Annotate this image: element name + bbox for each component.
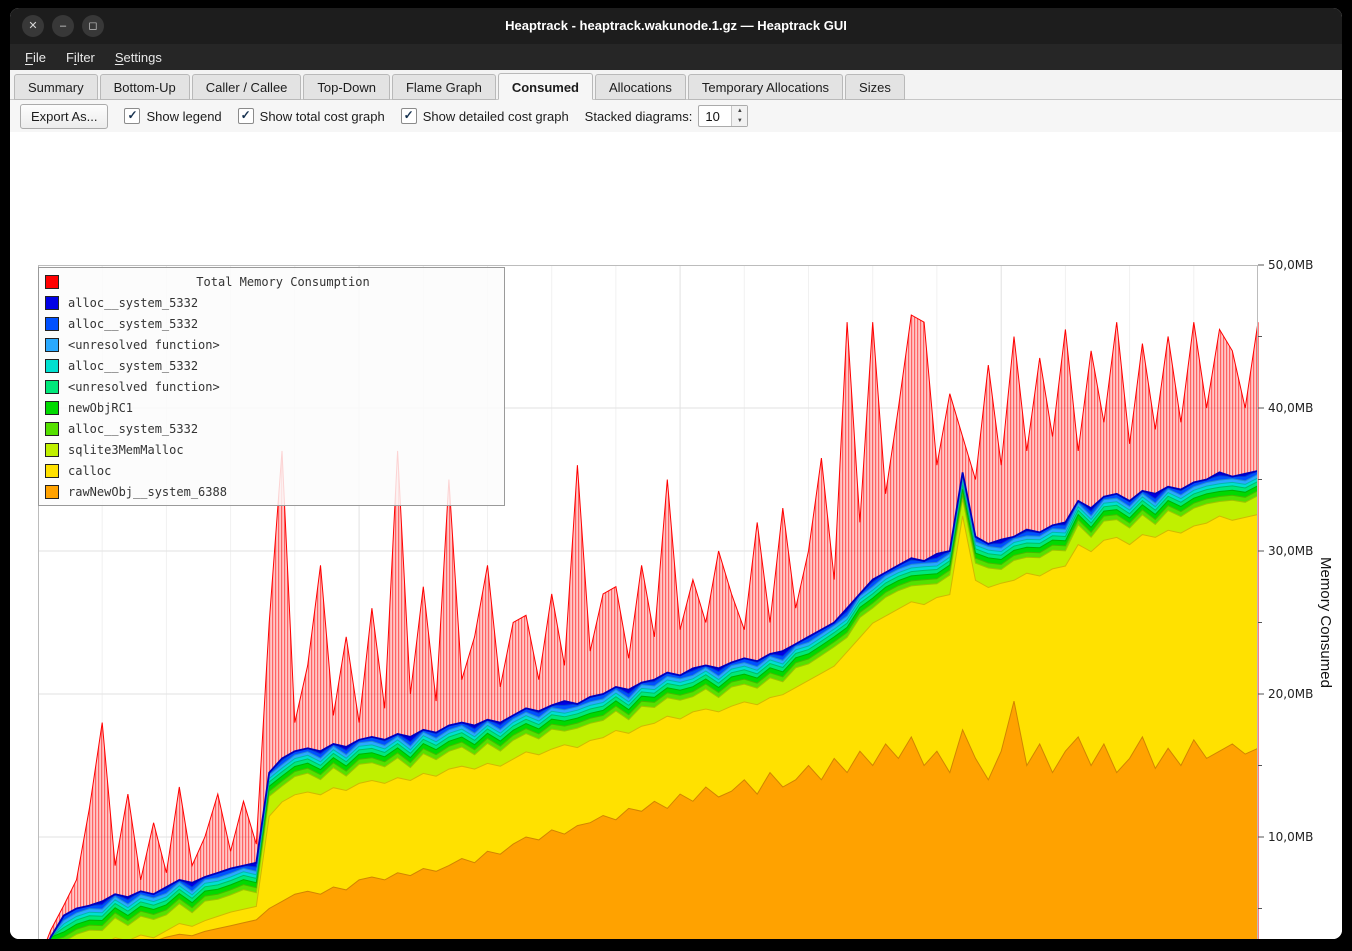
window-title: Heaptrack - heaptrack.wakunode.1.gz — He… xyxy=(10,8,1342,44)
stacked-diagrams-value: 10 xyxy=(699,106,731,126)
tab-summary[interactable]: Summary xyxy=(14,74,98,100)
maximize-icon[interactable]: ◻ xyxy=(82,15,104,37)
color-swatch xyxy=(45,338,59,352)
legend-item: alloc__system_5332 xyxy=(39,418,504,439)
checkbox-label: Show total cost graph xyxy=(260,109,385,124)
spin-down-button[interactable]: ▼ xyxy=(732,116,747,126)
tab-consumed[interactable]: Consumed xyxy=(498,73,593,100)
legend-item-label: <unresolved function> xyxy=(68,338,220,352)
legend-item-label: alloc__system_5332 xyxy=(68,296,198,310)
menu-file[interactable]: File xyxy=(16,47,55,68)
stacked-diagrams-spinbox[interactable]: 10 ▲ ▼ xyxy=(698,105,748,127)
legend-item: sqlite3MemMalloc xyxy=(39,439,504,460)
color-swatch xyxy=(45,317,59,331)
color-swatch xyxy=(45,464,59,478)
legend-item-label: rawNewObj__system_6388 xyxy=(68,485,227,499)
svg-text:10,0MB: 10,0MB xyxy=(1268,830,1313,844)
checkmark-icon[interactable]: ✓ xyxy=(401,108,417,124)
checkbox-row: ✓ Show legend ✓ Show total cost graph ✓ Show … xyxy=(124,108,568,124)
checkmark-icon[interactable]: ✓ xyxy=(124,108,140,124)
legend-item-label: sqlite3MemMalloc xyxy=(68,443,184,457)
legend-item-label: alloc__system_5332 xyxy=(68,359,198,373)
legend-item: alloc__system_5332 xyxy=(39,313,504,334)
checkmark-icon[interactable]: ✓ xyxy=(238,108,254,124)
tab-bar: SummaryBottom-UpCaller / CalleeTop-DownF… xyxy=(10,70,1342,100)
legend-item: alloc__system_5332 xyxy=(39,292,504,313)
color-swatch xyxy=(45,422,59,436)
checkbox-show-detailed-cost-graph[interactable]: ✓ Show detailed cost graph xyxy=(401,108,569,124)
chart-legend: Total Memory Consumption alloc__system_53… xyxy=(38,267,505,506)
legend-item-label: <unresolved function> xyxy=(68,380,220,394)
tab-flame-graph[interactable]: Flame Graph xyxy=(392,74,496,100)
stacked-diagrams-label: Stacked diagrams: xyxy=(585,109,693,124)
color-swatch xyxy=(45,275,59,289)
color-swatch xyxy=(45,443,59,457)
svg-text:50,0MB: 50,0MB xyxy=(1268,258,1313,272)
close-icon[interactable]: ✕ xyxy=(22,15,44,37)
tab-caller-callee[interactable]: Caller / Callee xyxy=(192,74,302,100)
tab-sizes[interactable]: Sizes xyxy=(845,74,905,100)
menubar: FileFilterSettings xyxy=(10,44,1342,70)
y-axis-title: Memory Consumed xyxy=(1312,265,1338,939)
color-swatch xyxy=(45,359,59,373)
tab-temporary-allocations[interactable]: Temporary Allocations xyxy=(688,74,843,100)
legend-item: <unresolved function> xyxy=(39,334,504,355)
legend-title: Total Memory Consumption xyxy=(68,275,498,289)
menu-settings[interactable]: Settings xyxy=(106,47,171,68)
legend-item: newObjRC1 xyxy=(39,397,504,418)
titlebar[interactable]: ✕–◻ Heaptrack - heaptrack.wakunode.1.gz … xyxy=(10,8,1342,44)
legend-title-row: Total Memory Consumption xyxy=(39,271,504,292)
legend-item: alloc__system_5332 xyxy=(39,355,504,376)
color-swatch xyxy=(45,401,59,415)
legend-item-label: newObjRC1 xyxy=(68,401,133,415)
legend-item-label: alloc__system_5332 xyxy=(68,317,198,331)
checkbox-label: Show detailed cost graph xyxy=(423,109,569,124)
svg-text:40,0MB: 40,0MB xyxy=(1268,401,1313,415)
color-swatch xyxy=(45,380,59,394)
checkbox-show-total-cost-graph[interactable]: ✓ Show total cost graph xyxy=(238,108,385,124)
legend-item-label: alloc__system_5332 xyxy=(68,422,198,436)
checkbox-label: Show legend xyxy=(146,109,221,124)
tab-bottom-up[interactable]: Bottom-Up xyxy=(100,74,190,100)
spin-arrows: ▲ ▼ xyxy=(731,106,747,126)
chart-panel: 00.000s1min40s3min20s5min00s0B10,0MB20,0… xyxy=(10,132,1342,939)
heaptrack-window: ✕–◻ Heaptrack - heaptrack.wakunode.1.gz … xyxy=(10,8,1342,939)
legend-item: calloc xyxy=(39,460,504,481)
toolbar: Export As... ✓ Show legend ✓ Show total cos… xyxy=(10,100,1342,132)
export-as-button[interactable]: Export As... xyxy=(20,104,108,129)
tab-top-down[interactable]: Top-Down xyxy=(303,74,390,100)
color-swatch xyxy=(45,296,59,310)
menu-filter[interactable]: Filter xyxy=(57,47,104,68)
window-controls: ✕–◻ xyxy=(22,15,104,37)
spin-up-button[interactable]: ▲ xyxy=(732,106,747,116)
legend-item-label: calloc xyxy=(68,464,111,478)
legend-item: rawNewObj__system_6388 xyxy=(39,481,504,502)
minimize-icon[interactable]: – xyxy=(52,15,74,37)
legend-item: <unresolved function> xyxy=(39,376,504,397)
color-swatch xyxy=(45,485,59,499)
svg-text:30,0MB: 30,0MB xyxy=(1268,544,1313,558)
stacked-diagrams-control: Stacked diagrams: 10 ▲ ▼ xyxy=(585,105,749,127)
tab-allocations[interactable]: Allocations xyxy=(595,74,686,100)
checkbox-show-legend[interactable]: ✓ Show legend xyxy=(124,108,221,124)
svg-text:20,0MB: 20,0MB xyxy=(1268,687,1313,701)
